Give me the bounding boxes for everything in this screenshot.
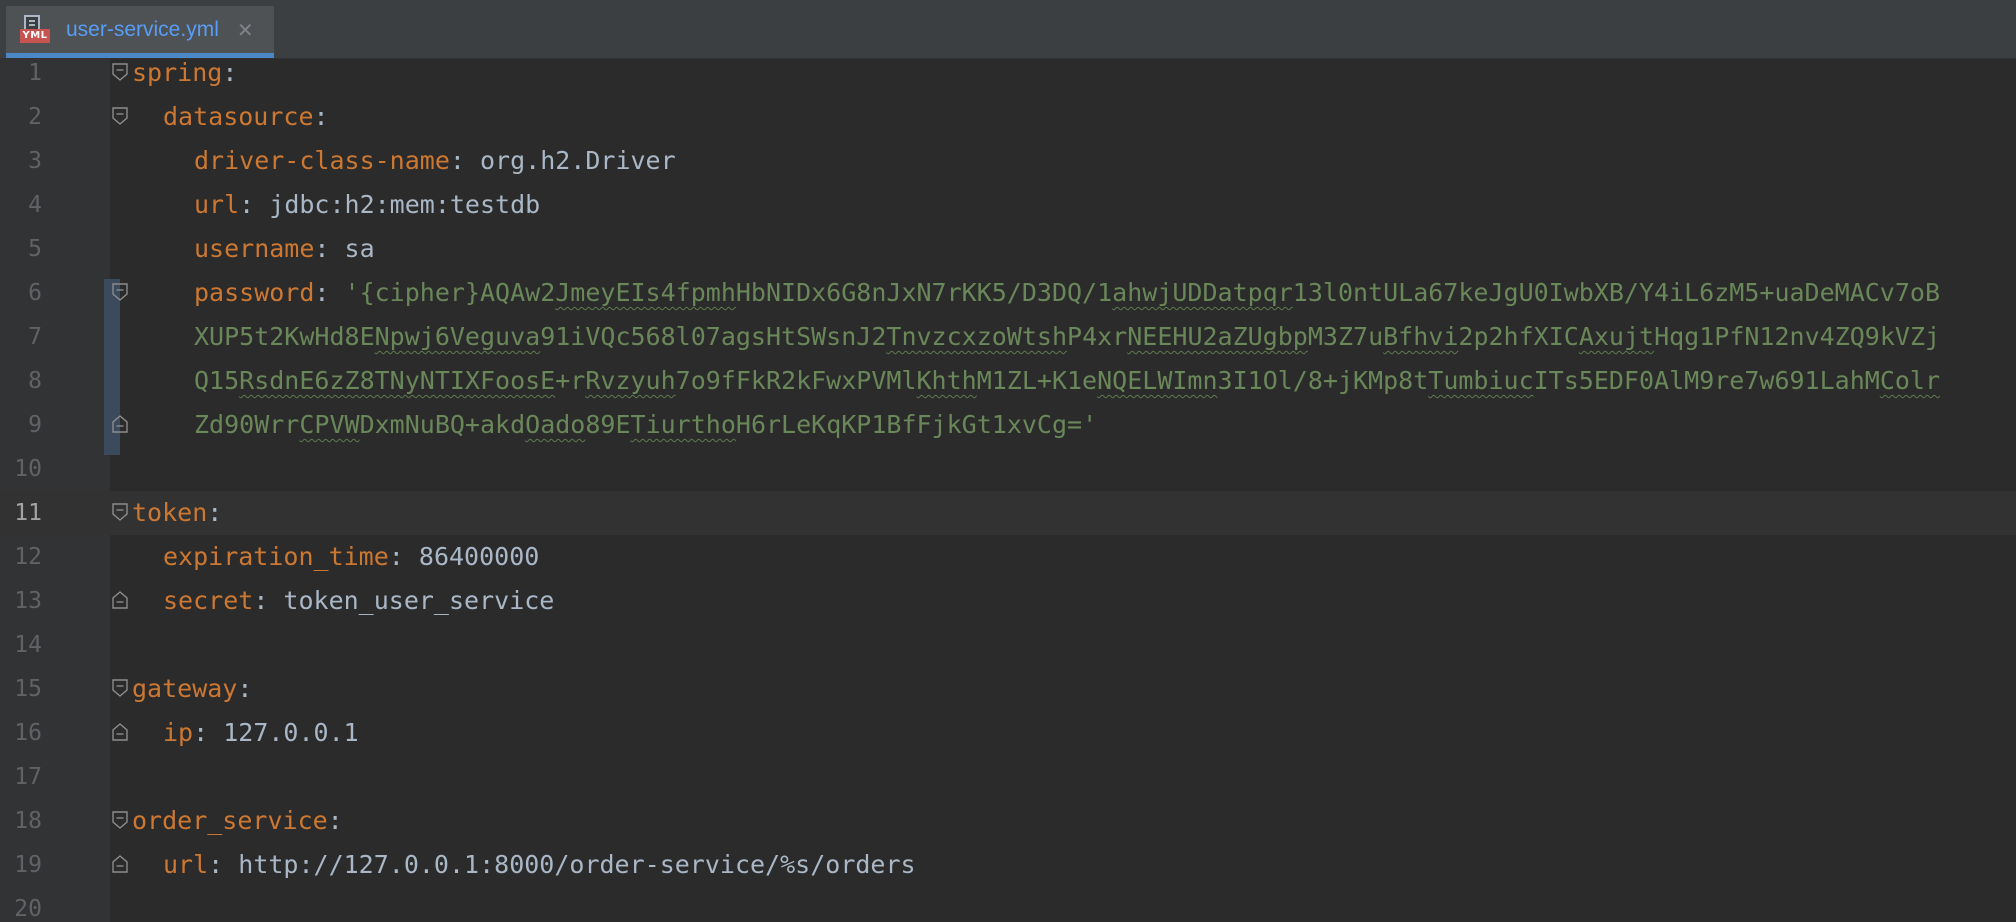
yaml-string-value: Zd90WrrCPVWDxmNuBQ+akdOado89ETiurthoH6rL… <box>194 410 1098 439</box>
line-number: 10 <box>14 456 42 482</box>
yaml-value: jdbc:h2:mem:testdb <box>269 190 541 219</box>
close-icon[interactable]: ✕ <box>237 18 254 42</box>
yaml-key: spring <box>132 58 223 87</box>
code-text: token: <box>132 498 223 527</box>
ide-window: YML user-service.yml ✕ 1 spring: 2 datasour… <box>0 0 2016 922</box>
code-line[interactable]: 2 datasource: <box>0 95 2016 139</box>
fold-open-icon[interactable] <box>112 811 128 829</box>
fold-close-icon[interactable] <box>112 591 128 609</box>
code-text: url: jdbc:h2:mem:testdb <box>194 190 541 219</box>
code-line[interactable]: 19 url: http://127.0.0.1:8000/order-servi… <box>0 843 2016 887</box>
code-line[interactable]: 10 <box>0 447 2016 491</box>
code-line[interactable]: 5 username: sa <box>0 227 2016 271</box>
yaml-key: secret <box>163 586 254 615</box>
line-number: 9 <box>28 412 42 438</box>
fold-close-icon[interactable] <box>112 415 128 433</box>
line-number: 6 <box>28 280 42 306</box>
yaml-value: token_user_service <box>283 586 555 615</box>
yaml-key: token <box>132 498 208 527</box>
line-number: 13 <box>14 588 42 614</box>
yaml-value: http://127.0.0.1:8000/order-service/%s/o… <box>238 850 916 879</box>
code-line[interactable]: 13 secret: token_user_service <box>0 579 2016 623</box>
line-number: 19 <box>14 852 42 878</box>
code-line[interactable]: 14 <box>0 623 2016 667</box>
yaml-key: username <box>194 234 315 263</box>
code-line[interactable]: 4 url: jdbc:h2:mem:testdb <box>0 183 2016 227</box>
code-line[interactable]: 8 Q15RsdnE6zZ8TNyNTIXFoosE+rRvzyuh7o9fFkR… <box>0 359 2016 403</box>
code-line[interactable]: 11 token: <box>0 491 2016 535</box>
code-line[interactable]: 12 expiration_time: 86400000 <box>0 535 2016 579</box>
code-text: Q15RsdnE6zZ8TNyNTIXFoosE+rRvzyuh7o9fFkR2… <box>194 359 1940 403</box>
code-line[interactable]: 9 Zd90WrrCPVWDxmNuBQ+akdOado89ETiurthoH6r… <box>0 403 2016 447</box>
yaml-value: org.h2.Driver <box>479 146 676 175</box>
code-text: username: sa <box>194 234 375 263</box>
line-number: 11 <box>14 500 42 526</box>
code-line[interactable]: 20 <box>0 887 2016 922</box>
yaml-string-value: XUP5t2KwHd8ENpwj6Veguva91iVQc568l07agsHt… <box>194 322 1941 351</box>
yaml-key: password <box>194 278 315 307</box>
code-text: gateway: <box>132 674 253 703</box>
code-line[interactable]: 7 XUP5t2KwHd8ENpwj6Veguva91iVQc568l07agsH… <box>0 315 2016 359</box>
yaml-key: url <box>163 850 209 879</box>
yaml-value: sa <box>344 234 375 263</box>
code-line[interactable]: 16 ip: 127.0.0.1 <box>0 711 2016 755</box>
fold-open-icon[interactable] <box>112 503 128 521</box>
code-text: driver-class-name: org.h2.Driver <box>194 146 676 175</box>
line-number: 16 <box>14 720 42 746</box>
code-text: url: http://127.0.0.1:8000/order-service… <box>163 850 916 879</box>
fold-close-icon[interactable] <box>112 723 128 741</box>
fold-close-icon[interactable] <box>112 855 128 873</box>
code-text: Zd90WrrCPVWDxmNuBQ+akdOado89ETiurthoH6rL… <box>194 403 1097 447</box>
code-line[interactable]: 17 <box>0 755 2016 799</box>
yaml-key: ip <box>163 718 194 747</box>
yaml-badge: YML <box>20 28 50 43</box>
code-text: datasource: <box>163 102 329 131</box>
line-number: 8 <box>28 368 42 394</box>
yaml-key: order_service <box>132 806 328 835</box>
line-number: 4 <box>28 192 42 218</box>
line-number: 15 <box>14 676 42 702</box>
yaml-value: 86400000 <box>418 542 540 571</box>
line-number: 12 <box>14 544 42 570</box>
code-text: secret: token_user_service <box>163 586 555 615</box>
line-number: 2 <box>28 104 42 130</box>
code-text: ip: 127.0.0.1 <box>163 718 359 747</box>
line-number: 3 <box>28 148 42 174</box>
code-text: expiration_time: 86400000 <box>163 542 540 571</box>
code-text: XUP5t2KwHd8ENpwj6Veguva91iVQc568l07agsHt… <box>194 315 1940 359</box>
line-number: 18 <box>14 808 42 834</box>
line-number: 20 <box>14 896 42 922</box>
tab-label: user-service.yml <box>66 17 219 41</box>
fold-open-icon[interactable] <box>112 107 128 125</box>
yaml-key: expiration_time <box>163 542 389 571</box>
yaml-key: datasource <box>163 102 314 131</box>
yaml-string-value: '{cipher}AQAw2JmeyEIs4fpmhHbNIDx6G8nJxN7… <box>344 278 1941 307</box>
code-line[interactable]: 18 order_service: <box>0 799 2016 843</box>
line-number: 17 <box>14 764 42 790</box>
code-text: order_service: <box>132 806 343 835</box>
yaml-key: url <box>194 190 240 219</box>
fold-open-icon[interactable] <box>112 283 128 301</box>
yaml-value: 127.0.0.1 <box>223 718 359 747</box>
code-text: password: '{cipher}AQAw2JmeyEIs4fpmhHbNI… <box>194 278 1941 307</box>
code-line[interactable]: 15 gateway: <box>0 667 2016 711</box>
yaml-file-icon: YML <box>20 14 50 45</box>
yaml-key: driver-class-name <box>194 146 450 175</box>
yaml-string-value: Q15RsdnE6zZ8TNyNTIXFoosE+rRvzyuh7o9fFkR2… <box>194 366 1941 395</box>
line-number: 1 <box>28 60 42 86</box>
fold-open-icon[interactable] <box>112 63 128 81</box>
code-text: spring: <box>132 58 238 87</box>
code-line[interactable]: 1 spring: <box>0 51 2016 95</box>
line-number: 7 <box>28 324 42 350</box>
code-line[interactable]: 3 driver-class-name: org.h2.Driver <box>0 139 2016 183</box>
fold-open-icon[interactable] <box>112 679 128 697</box>
code-editor[interactable]: 1 spring: 2 datasource: 3 driver-class-name: … <box>0 58 2016 922</box>
line-number: 5 <box>28 236 42 262</box>
code-line[interactable]: 6 password: '{cipher}AQAw2JmeyEIs4fpmhHbN… <box>0 271 2016 315</box>
line-number: 14 <box>14 632 42 658</box>
yaml-key: gateway <box>132 674 238 703</box>
